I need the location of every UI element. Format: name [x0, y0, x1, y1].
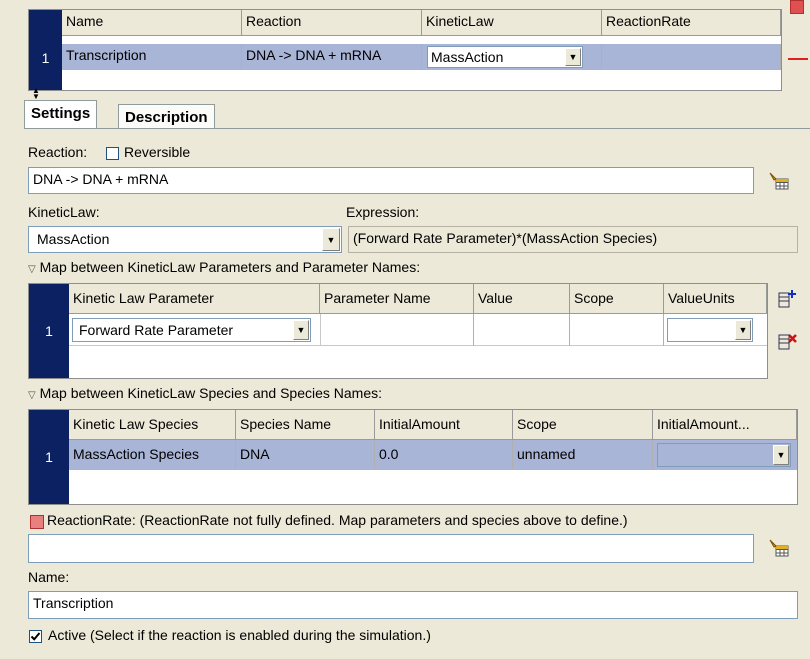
table-row[interactable]: Transcription DNA -> DNA + mRNA MassActi…	[62, 44, 781, 70]
cell-initialamount[interactable]: 0.0	[375, 440, 513, 470]
parameter-combo[interactable]: Forward Rate Parameter ▼	[72, 318, 311, 342]
reversible-checkbox[interactable]	[106, 147, 119, 160]
parameter-combo-value: Forward Rate Parameter	[79, 322, 234, 338]
header-scope[interactable]: Scope	[570, 284, 664, 314]
chevron-down-icon[interactable]: ▼	[565, 48, 581, 66]
chevron-down-icon[interactable]: ▼	[773, 445, 789, 465]
initialamount-units-combo[interactable]: ▼	[657, 443, 791, 467]
header-kinetic-law-species[interactable]: Kinetic Law Species	[69, 410, 236, 440]
reactionrate-input[interactable]	[28, 534, 754, 563]
header-kineticlaw[interactable]: KineticLaw	[422, 10, 602, 36]
name-input[interactable]: Transcription	[28, 591, 798, 619]
expression-field: (Forward Rate Parameter)*(MassAction Spe…	[348, 226, 798, 253]
cell-kineticlaw: MassAction ▼	[422, 44, 602, 70]
table-row[interactable]: Forward Rate Parameter ▼ ▼	[69, 314, 767, 346]
valueunits-combo[interactable]: ▼	[667, 318, 753, 342]
cell-scope[interactable]	[570, 314, 664, 346]
kineticlaw-select-value: MassAction	[37, 231, 110, 247]
parameter-map-table: 1 Kinetic Law Parameter Parameter Name V…	[28, 283, 768, 379]
collapse-triangle-icon[interactable]: ▽	[28, 264, 36, 275]
header-reactionrate[interactable]: ReactionRate	[602, 10, 781, 36]
species-picker-icon[interactable]	[768, 537, 790, 559]
splitter[interactable]: ▲ ▼	[28, 87, 810, 101]
reversible-label: Reversible	[124, 144, 191, 160]
cell-reactionrate[interactable]	[602, 44, 781, 70]
cell-parameter-name[interactable]	[321, 314, 474, 346]
checkmark-icon	[30, 632, 41, 641]
cell-name[interactable]: Transcription	[62, 44, 242, 70]
species-map-title: Map between KineticLaw Species and Speci…	[39, 385, 383, 401]
expression-label: Expression:	[346, 204, 420, 220]
cell-reaction[interactable]: DNA -> DNA + mRNA	[242, 44, 422, 70]
param-map-title: Map between KineticLaw Parameters and Pa…	[39, 259, 421, 275]
species-map-section[interactable]: ▽ Map between KineticLaw Species and Spe…	[28, 385, 382, 401]
table-row[interactable]: MassAction Species DNA 0.0 unnamed ▼	[69, 440, 797, 470]
add-parameter-icon[interactable]	[776, 288, 798, 310]
chevron-down-icon[interactable]: ▼	[293, 320, 309, 340]
error-status-icon	[30, 515, 44, 529]
row-number[interactable]: 1	[29, 47, 62, 69]
header-reaction[interactable]: Reaction	[242, 10, 422, 36]
collapse-triangle-icon[interactable]: ▽	[28, 390, 36, 401]
species-picker-icon[interactable]	[768, 170, 790, 192]
kineticlaw-label: KineticLaw:	[28, 204, 100, 220]
cell-value[interactable]	[474, 314, 570, 346]
reaction-label: Reaction:	[28, 144, 88, 160]
delete-parameter-icon[interactable]	[776, 330, 798, 352]
reactions-table: 1 Name Reaction KineticLaw ReactionRate …	[28, 9, 782, 91]
param-map-section[interactable]: ▽ Map between KineticLaw Parameters and …	[28, 259, 420, 275]
header-value[interactable]: Value	[474, 284, 570, 314]
cell-scope[interactable]: unnamed	[513, 440, 653, 470]
header-initialamount[interactable]: InitialAmount	[375, 410, 513, 440]
header-initialamount-units[interactable]: InitialAmount...	[653, 410, 797, 440]
error-line-marker	[788, 58, 808, 60]
header-name[interactable]: Name	[62, 10, 242, 36]
header-scope[interactable]: Scope	[513, 410, 653, 440]
kineticlaw-combo-value: MassAction	[431, 49, 504, 65]
kineticlaw-combo[interactable]: MassAction ▼	[427, 46, 583, 68]
header-species-name[interactable]: Species Name	[236, 410, 375, 440]
cell-kinetic-law-species[interactable]: MassAction Species	[69, 440, 236, 470]
row-number[interactable]: 1	[29, 446, 69, 468]
active-checkbox[interactable]	[29, 630, 42, 643]
chevron-down-icon[interactable]: ▼	[735, 320, 751, 340]
chevron-down-icon[interactable]: ▼	[322, 228, 340, 251]
error-status-icon	[790, 0, 804, 14]
cell-species-name[interactable]: DNA	[236, 440, 375, 470]
row-number[interactable]: 1	[29, 320, 69, 342]
kineticlaw-select[interactable]: MassAction ▼	[28, 226, 342, 253]
tab-description[interactable]: Description	[118, 104, 215, 129]
species-map-table: 1 Kinetic Law Species Species Name Initi…	[28, 409, 798, 505]
header-kinetic-law-parameter[interactable]: Kinetic Law Parameter	[69, 284, 320, 314]
reaction-equation-input[interactable]: DNA -> DNA + mRNA	[28, 167, 754, 194]
tab-settings[interactable]: Settings	[24, 100, 98, 129]
header-parameter-name[interactable]: Parameter Name	[320, 284, 474, 314]
splitter-arrows-icon[interactable]: ▲ ▼	[32, 87, 40, 101]
name-label: Name:	[28, 569, 70, 585]
active-label: Active (Select if the reaction is enable…	[48, 627, 431, 643]
header-valueunits[interactable]: ValueUnits	[664, 284, 767, 314]
reactionrate-label: ReactionRate: (ReactionRate not fully de…	[47, 512, 628, 528]
